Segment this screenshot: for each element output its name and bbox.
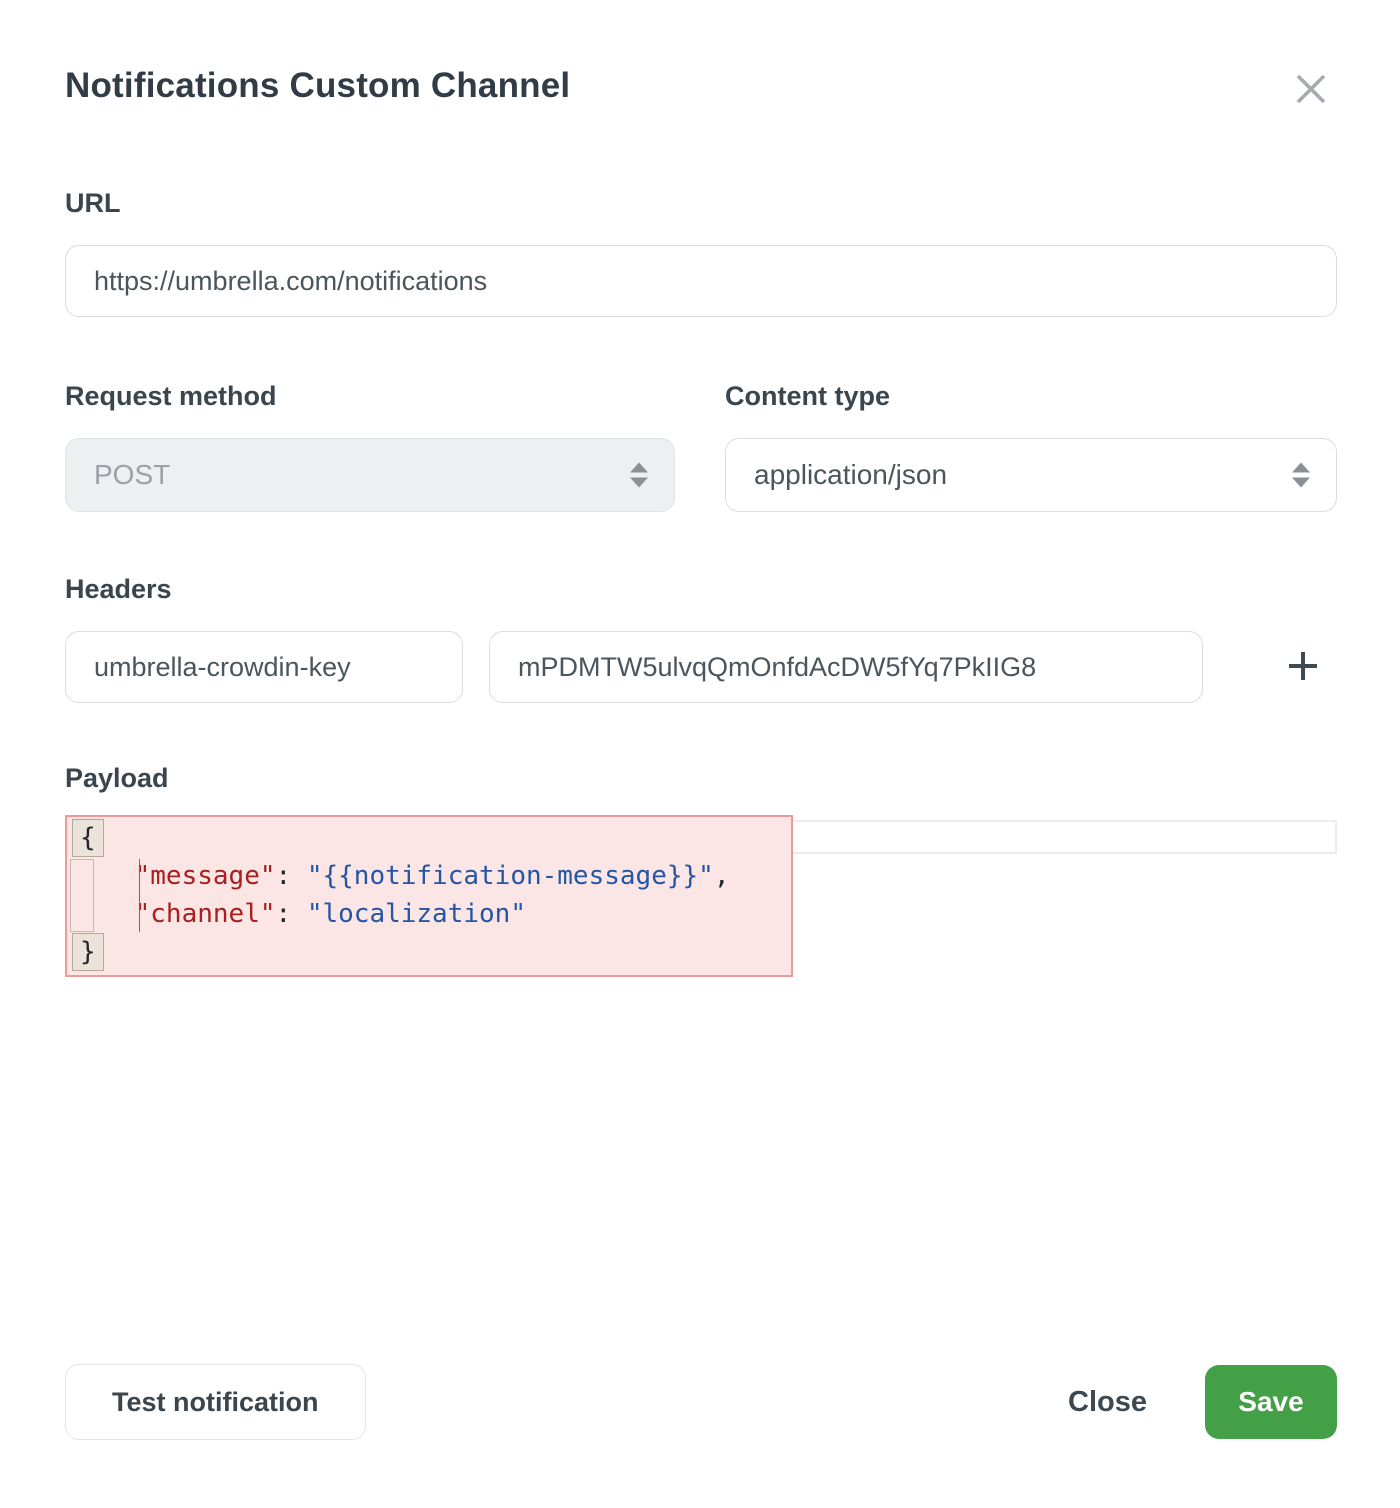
- open-brace: {: [72, 819, 104, 857]
- plus-icon: [1286, 649, 1320, 686]
- save-button[interactable]: Save: [1205, 1365, 1337, 1439]
- notifications-custom-channel-dialog: Notifications Custom Channel URL Request…: [0, 0, 1400, 1508]
- chevron-up-down-icon: [1292, 463, 1310, 488]
- header-value-input[interactable]: [489, 631, 1203, 703]
- dialog-header: Notifications Custom Channel: [65, 66, 1337, 112]
- add-header-button[interactable]: [1279, 643, 1327, 691]
- request-method-value: POST: [94, 459, 170, 491]
- code-line-1: {: [72, 819, 791, 857]
- payload-label: Payload: [65, 763, 1337, 794]
- headers-group: Headers: [65, 574, 1337, 703]
- close-brace: }: [72, 933, 104, 971]
- json-key: "message": [135, 861, 276, 891]
- content-type-select[interactable]: application/json: [725, 438, 1337, 512]
- content-type-value: application/json: [754, 459, 947, 491]
- indent-guide-line: [139, 859, 140, 932]
- close-icon: [1291, 69, 1331, 112]
- request-method-group: Request method POST: [65, 381, 675, 512]
- json-value: "localization": [307, 899, 526, 929]
- close-button[interactable]: [1289, 68, 1333, 112]
- content-type-group: Content type application/json: [725, 381, 1337, 512]
- bracket-scope-marker: [70, 859, 94, 932]
- page-title: Notifications Custom Channel: [65, 66, 570, 106]
- payload-error-highlight[interactable]: { "message": "{{notification-message}}",…: [65, 815, 793, 977]
- dialog-footer: Test notification Close Save: [65, 1364, 1337, 1440]
- url-label: URL: [65, 188, 1337, 219]
- code-line-3: "channel": "localization": [72, 895, 791, 933]
- url-input[interactable]: [65, 245, 1337, 317]
- json-value: "{{notification-message}}": [307, 861, 714, 891]
- request-method-label: Request method: [65, 381, 675, 412]
- headers-label: Headers: [65, 574, 1337, 605]
- json-key: "channel": [135, 899, 276, 929]
- payload-editor[interactable]: { "message": "{{notification-message}}",…: [65, 816, 1337, 988]
- code-line-2: "message": "{{notification-message}}",: [72, 857, 791, 895]
- content-type-label: Content type: [725, 381, 1337, 412]
- request-method-select[interactable]: POST: [65, 438, 675, 512]
- payload-group: Payload { "message": "{{notification-mes…: [65, 763, 1337, 988]
- close-dialog-button[interactable]: Close: [1068, 1386, 1147, 1419]
- method-content-row: Request method POST Content type applica…: [65, 381, 1337, 512]
- header-row: [65, 631, 1337, 703]
- test-notification-button[interactable]: Test notification: [65, 1364, 366, 1440]
- chevron-up-down-icon: [630, 463, 648, 488]
- header-key-input[interactable]: [65, 631, 463, 703]
- footer-actions: Close Save: [1068, 1365, 1337, 1439]
- url-field-group: URL: [65, 188, 1337, 317]
- code-line-4: }: [72, 933, 791, 971]
